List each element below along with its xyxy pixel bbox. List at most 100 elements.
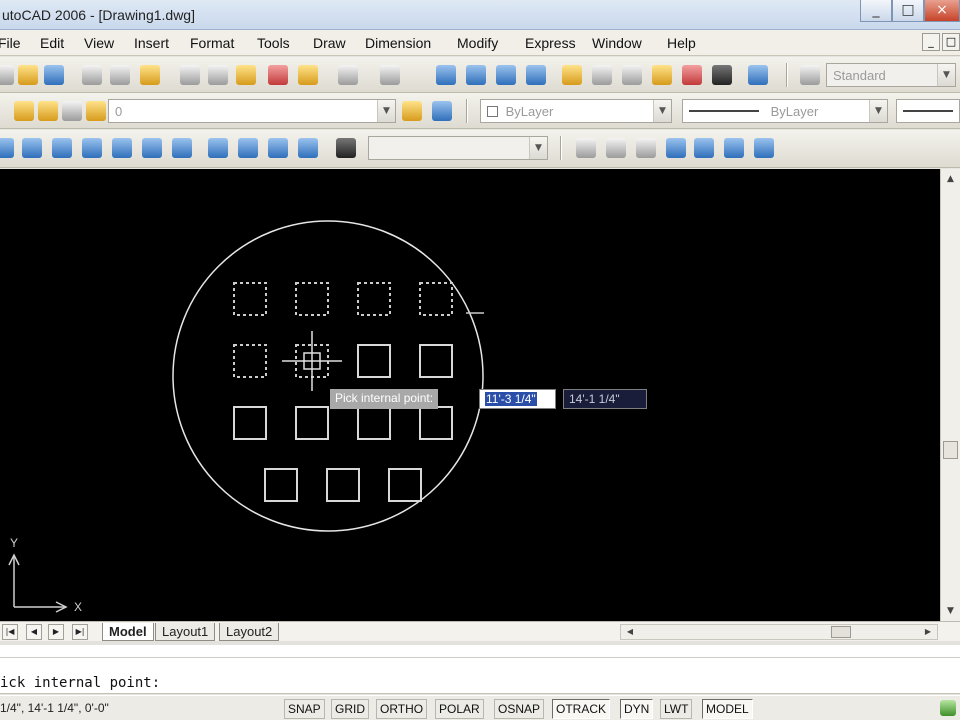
- square-selected[interactable]: [295, 282, 329, 316]
- scroll-up-icon[interactable]: ▲: [942, 171, 959, 187]
- tab-model[interactable]: Model: [102, 623, 154, 641]
- iso-ne-icon[interactable]: [268, 138, 288, 158]
- square[interactable]: [233, 406, 267, 440]
- scroll-right-icon[interactable]: ▶: [921, 625, 935, 639]
- square-selected[interactable]: [233, 282, 267, 316]
- zoom-realtime-icon[interactable]: [466, 65, 486, 85]
- pan-icon[interactable]: [436, 65, 456, 85]
- minimize-button[interactable]: _: [860, 0, 892, 22]
- menu-help[interactable]: Help: [667, 35, 696, 51]
- print-icon[interactable]: [82, 65, 102, 85]
- design-center-icon[interactable]: [592, 65, 612, 85]
- undo-icon[interactable]: [338, 65, 358, 85]
- square[interactable]: [357, 344, 391, 378]
- grid-toggle[interactable]: GRID: [331, 699, 369, 719]
- sun-icon[interactable]: [38, 101, 58, 121]
- square[interactable]: [295, 406, 329, 440]
- snap-toggle[interactable]: SNAP: [284, 699, 325, 719]
- shade-gouraud-icon[interactable]: [724, 138, 744, 158]
- menu-draw[interactable]: Draw: [313, 35, 346, 51]
- last-tab-icon[interactable]: ▶|: [72, 624, 88, 640]
- layer-dropdown[interactable]: 0 ▼: [108, 99, 396, 123]
- view-iso-icon[interactable]: [172, 138, 192, 158]
- lineweight-dropdown[interactable]: [896, 99, 960, 123]
- model-toggle[interactable]: MODEL: [702, 699, 753, 719]
- polar-toggle[interactable]: POLAR: [435, 699, 484, 719]
- view-right-icon[interactable]: [82, 138, 102, 158]
- text-style-dropdown[interactable]: Standard ▼: [826, 63, 956, 87]
- match-properties-icon[interactable]: [268, 65, 288, 85]
- square-selected[interactable]: [233, 344, 267, 378]
- horizontal-scrollbar[interactable]: ◀ ▶: [620, 624, 938, 640]
- scroll-left-icon[interactable]: ◀: [623, 625, 637, 639]
- sphere-icon[interactable]: [694, 138, 714, 158]
- menu-format[interactable]: Format: [190, 35, 234, 51]
- square[interactable]: [326, 468, 360, 502]
- menu-express[interactable]: Express: [525, 35, 576, 51]
- open-icon[interactable]: [18, 65, 38, 85]
- square[interactable]: [388, 468, 422, 502]
- maximize-button[interactable]: □: [892, 0, 924, 22]
- menu-edit[interactable]: Edit: [40, 35, 64, 51]
- new-icon[interactable]: [0, 65, 14, 85]
- menu-file[interactable]: File: [0, 35, 21, 51]
- view-left-icon[interactable]: [52, 138, 72, 158]
- square[interactable]: [264, 468, 298, 502]
- markup-icon[interactable]: [682, 65, 702, 85]
- square-selected[interactable]: [357, 282, 391, 316]
- lock-icon[interactable]: [62, 101, 82, 121]
- osnap-toggle[interactable]: OSNAP: [494, 699, 545, 719]
- previous-tab-icon[interactable]: ◀: [26, 624, 42, 640]
- communication-center-icon[interactable]: [940, 700, 956, 716]
- layer-color-icon[interactable]: [86, 101, 106, 121]
- calculator-icon[interactable]: [712, 65, 732, 85]
- scroll-thumb[interactable]: [831, 626, 851, 638]
- menu-view[interactable]: View: [84, 35, 114, 51]
- menu-dimension[interactable]: Dimension: [365, 35, 431, 51]
- menu-window[interactable]: Window: [592, 35, 642, 51]
- coordinate-readout[interactable]: 1/4", 14'-1 1/4", 0'-0": [0, 701, 109, 715]
- tab-layout2[interactable]: Layout2: [219, 623, 280, 641]
- square-selected[interactable]: [419, 282, 453, 316]
- view-back-icon[interactable]: [142, 138, 162, 158]
- first-tab-icon[interactable]: |◀: [2, 624, 18, 640]
- shade-flat-icon[interactable]: [666, 138, 686, 158]
- copy-icon[interactable]: [208, 65, 228, 85]
- square[interactable]: [419, 344, 453, 378]
- dynamic-input-y-field[interactable]: 14'-1 1/4": [563, 389, 647, 409]
- vertical-scrollbar[interactable]: ▲ ▼: [940, 169, 960, 621]
- render-icon[interactable]: [754, 138, 774, 158]
- solid-draw-icon[interactable]: [576, 138, 596, 158]
- cut-icon[interactable]: [180, 65, 200, 85]
- plot-preview-icon[interactable]: [110, 65, 130, 85]
- view-front-icon[interactable]: [112, 138, 132, 158]
- iso-sw-icon[interactable]: [208, 138, 228, 158]
- close-button[interactable]: ×: [924, 0, 960, 22]
- save-icon[interactable]: [44, 65, 64, 85]
- next-tab-icon[interactable]: ▶: [48, 624, 64, 640]
- redo-icon[interactable]: [380, 65, 400, 85]
- iso-nw-icon[interactable]: [298, 138, 318, 158]
- scroll-down-icon[interactable]: ▼: [942, 603, 959, 619]
- light-bulb-icon[interactable]: [14, 101, 34, 121]
- view-bottom-icon[interactable]: [22, 138, 42, 158]
- solid-view-icon[interactable]: [606, 138, 626, 158]
- block-editor-icon[interactable]: [298, 65, 318, 85]
- tool-palettes-icon[interactable]: [622, 65, 642, 85]
- menu-insert[interactable]: Insert: [134, 35, 169, 51]
- text-style-icon[interactable]: [800, 65, 820, 85]
- layer-previous-icon[interactable]: [432, 101, 452, 121]
- scroll-thumb[interactable]: [943, 441, 958, 459]
- ortho-toggle[interactable]: ORTHO: [376, 699, 428, 719]
- command-line[interactable]: ick internal point:: [0, 641, 960, 694]
- camera-icon[interactable]: [336, 138, 356, 158]
- linetype-dropdown[interactable]: ByLayer ▼: [682, 99, 888, 123]
- menu-tools[interactable]: Tools: [257, 35, 290, 51]
- view-top-icon[interactable]: [0, 138, 14, 158]
- properties-icon[interactable]: [562, 65, 582, 85]
- box-icon[interactable]: [636, 138, 656, 158]
- dyn-toggle[interactable]: DYN: [620, 699, 654, 719]
- square[interactable]: [419, 406, 453, 440]
- doc-minimize-button[interactable]: _: [922, 33, 940, 51]
- zoom-window-icon[interactable]: [496, 65, 516, 85]
